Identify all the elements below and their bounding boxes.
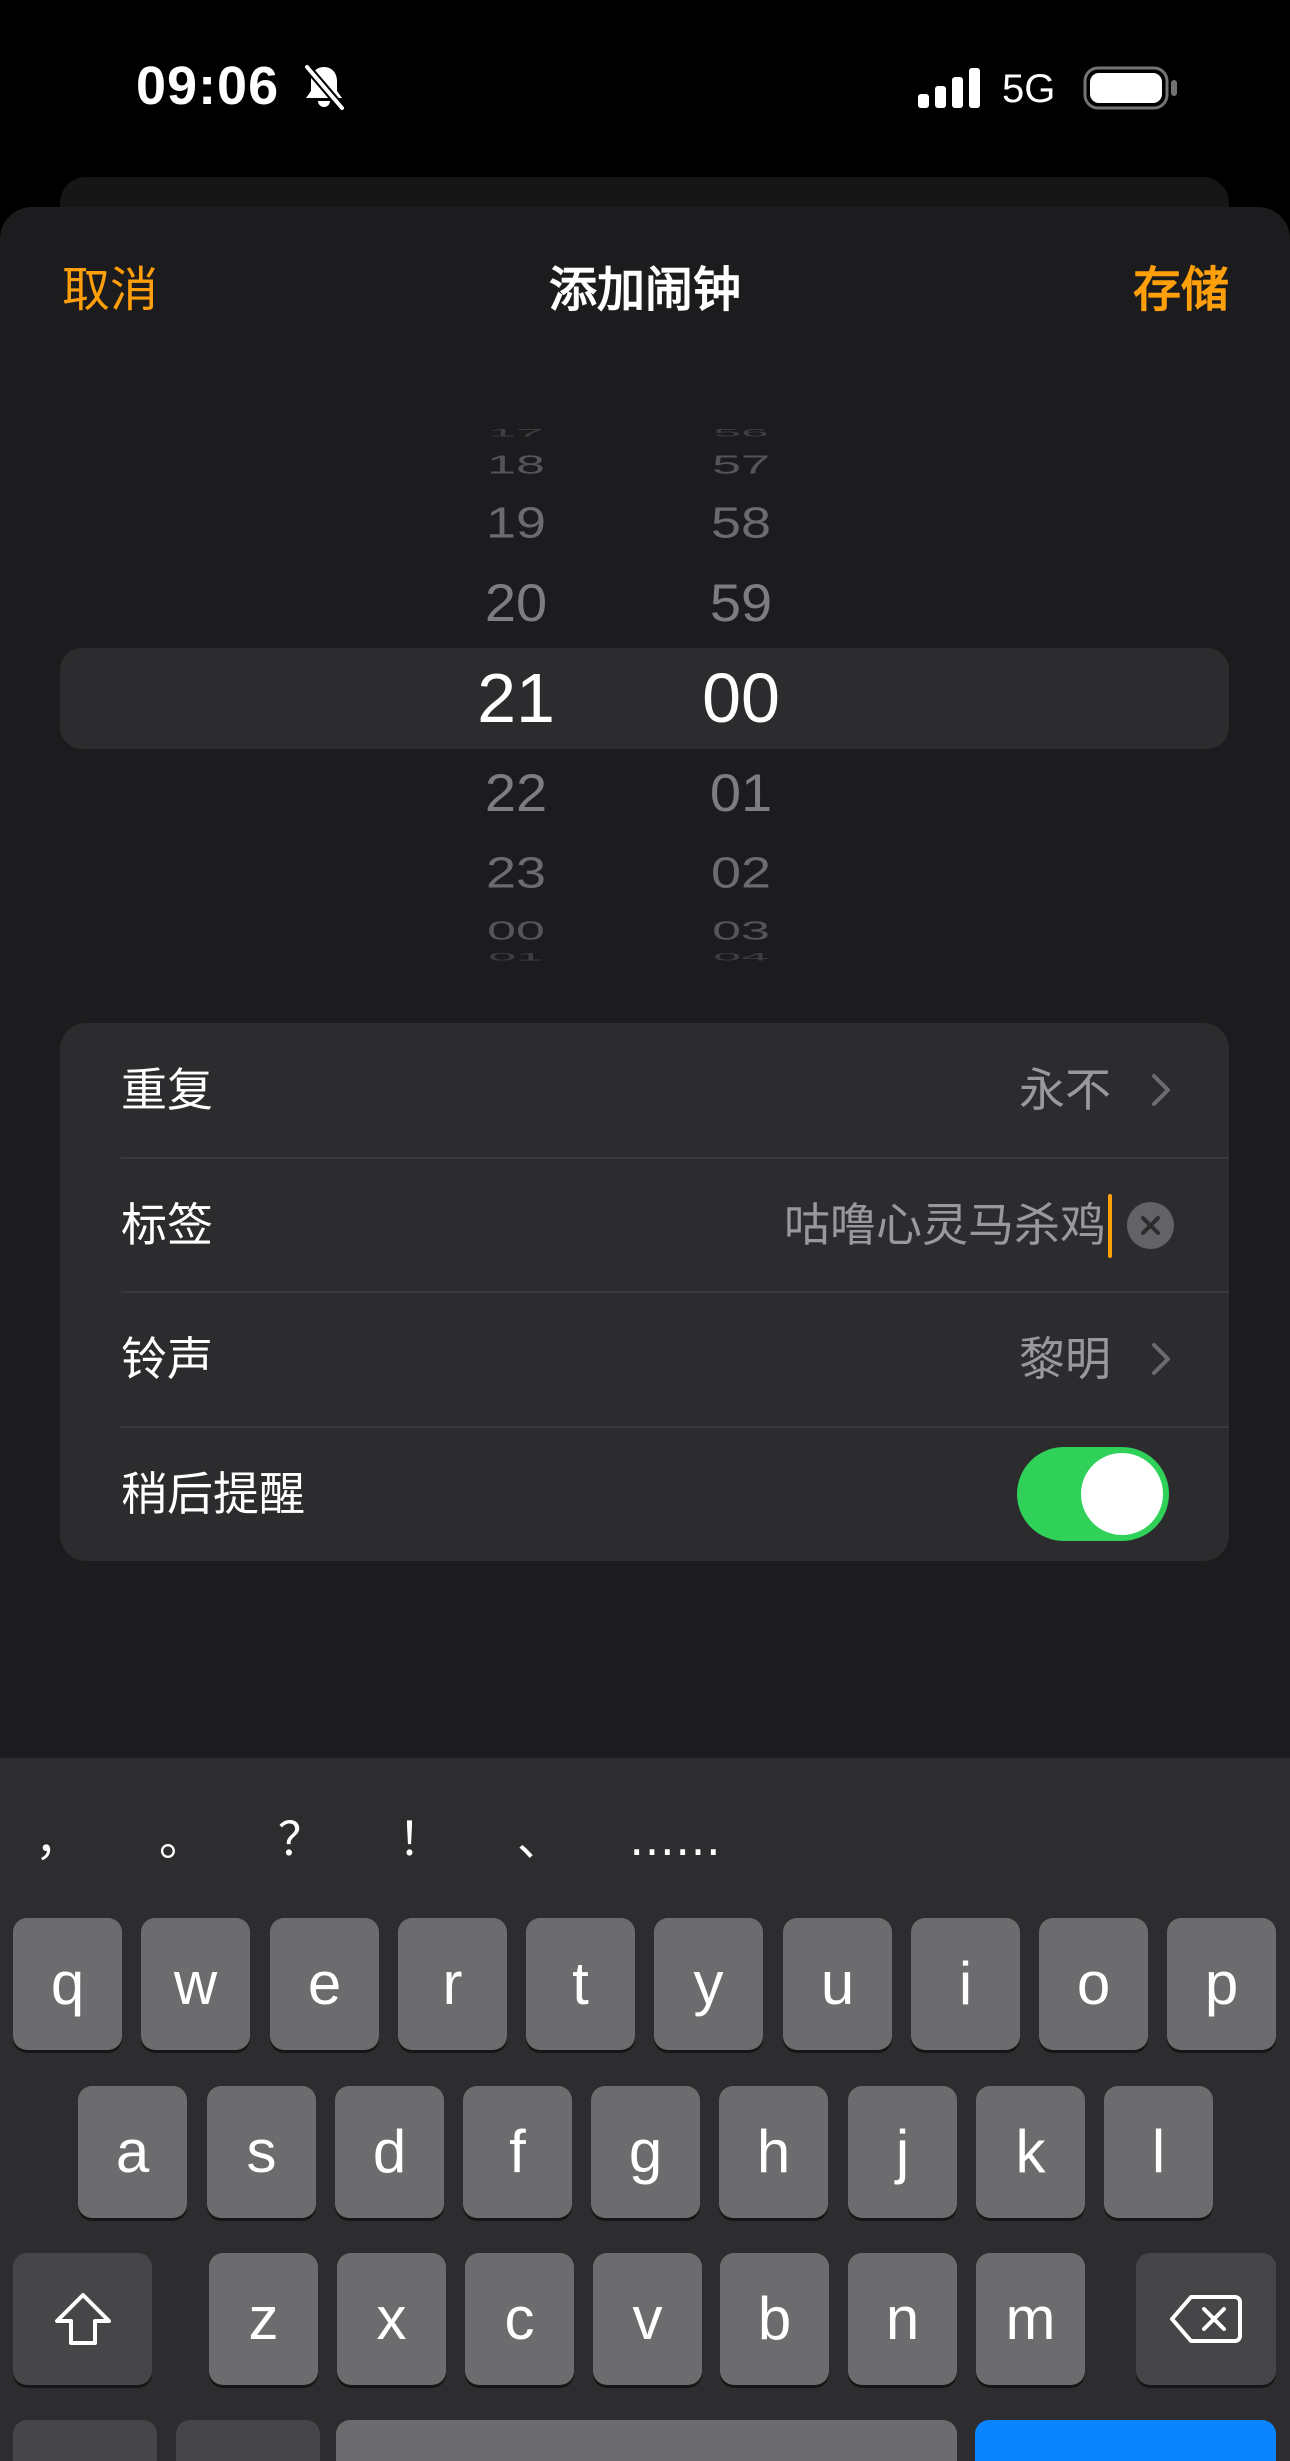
hour-option[interactable]: 22 (416, 755, 616, 830)
delete-icon (1170, 2295, 1242, 2343)
repeat-label: 重复 (121, 1063, 213, 1117)
key-v[interactable]: v (593, 2253, 702, 2385)
shift-icon (54, 2293, 111, 2345)
key-p[interactable]: p (1167, 1918, 1276, 2050)
sound-row[interactable]: 铃声 黎明 (60, 1292, 1229, 1426)
minute-option[interactable]: 58 (641, 491, 841, 555)
sound-value: 黎明 (1019, 1332, 1111, 1386)
key-z[interactable]: z (209, 2253, 318, 2385)
status-time: 09:06 (136, 56, 280, 116)
candidate-ellipsis[interactable]: …… (605, 1809, 745, 1869)
key-q[interactable]: q (13, 1918, 122, 2050)
return-key[interactable] (975, 2420, 1276, 2461)
battery-icon (1083, 66, 1179, 110)
network-type: 5G (1002, 67, 1056, 111)
hour-option[interactable]: 23 (416, 841, 616, 905)
save-button[interactable]: 存储 (1133, 260, 1229, 320)
key-r[interactable]: r (398, 1918, 507, 2050)
candidate-exclamation[interactable]: ！ (371, 1809, 471, 1869)
minute-option[interactable]: 57 (641, 445, 841, 485)
bell-slash-icon (302, 62, 346, 112)
hour-selected[interactable]: 21 (416, 658, 616, 738)
candidate-pause-comma[interactable]: 、 (490, 1809, 590, 1869)
delete-key[interactable] (1136, 2253, 1276, 2385)
key-u[interactable]: u (783, 1918, 892, 2050)
key-n[interactable]: n (848, 2253, 957, 2385)
key-f[interactable]: f (463, 2086, 572, 2218)
text-cursor (1108, 1194, 1112, 1258)
numbers-key[interactable] (13, 2420, 157, 2461)
minute-option[interactable]: 01 (641, 755, 841, 830)
minute-option[interactable]: 02 (641, 841, 841, 905)
candidate-question[interactable]: ？ (251, 1809, 351, 1869)
snooze-label: 稍后提醒 (121, 1467, 305, 1521)
minute-option[interactable]: 04 (641, 948, 841, 966)
key-t[interactable]: t (526, 1918, 635, 2050)
sheet-title: 添加闹钟 (548, 262, 741, 318)
key-m[interactable]: m (976, 2253, 1085, 2385)
key-b[interactable]: b (720, 2253, 829, 2385)
key-a[interactable]: a (78, 2086, 187, 2218)
hour-option[interactable]: 18 (416, 445, 616, 485)
key-w[interactable]: w (141, 1918, 250, 2050)
repeat-value: 永不 (1019, 1063, 1111, 1117)
candidate-period[interactable]: 。 (132, 1809, 232, 1869)
minute-selected[interactable]: 00 (641, 658, 841, 738)
key-s[interactable]: s (207, 2086, 316, 2218)
key-x[interactable]: x (337, 2253, 446, 2385)
space-key[interactable] (336, 2420, 957, 2461)
hour-option[interactable]: 01 (416, 948, 616, 966)
key-d[interactable]: d (335, 2086, 444, 2218)
key-o[interactable]: o (1039, 1918, 1148, 2050)
signal-icon (918, 68, 981, 108)
label-row[interactable]: 标签 咕噜心灵马杀鸡 (60, 1158, 1229, 1292)
key-i[interactable]: i (911, 1918, 1020, 2050)
toggle-knob (1081, 1453, 1163, 1535)
minute-option[interactable]: 59 (641, 565, 841, 640)
clear-icon[interactable] (1127, 1202, 1174, 1249)
snooze-toggle[interactable] (1017, 1447, 1169, 1541)
alarm-settings-group: 重复 永不 标签 咕噜心灵马杀鸡 铃声 黎明 稍后提醒 (60, 1023, 1229, 1561)
hour-option[interactable]: 19 (416, 491, 616, 555)
label-label: 标签 (121, 1198, 213, 1252)
emoji-key[interactable] (176, 2420, 320, 2461)
label-input[interactable]: 咕噜心灵马杀鸡 (784, 1195, 1106, 1255)
hour-option[interactable]: 17 (416, 424, 616, 442)
repeat-row[interactable]: 重复 永不 (60, 1023, 1229, 1157)
key-l[interactable]: l (1104, 2086, 1213, 2218)
candidate-comma[interactable]: ， (8, 1809, 108, 1869)
key-j[interactable]: j (848, 2086, 957, 2218)
shift-key[interactable] (13, 2253, 152, 2385)
key-k[interactable]: k (976, 2086, 1085, 2218)
chevron-right-icon (1151, 1073, 1171, 1107)
minute-option[interactable]: 03 (641, 911, 841, 951)
key-c[interactable]: c (465, 2253, 574, 2385)
hour-option[interactable]: 00 (416, 911, 616, 951)
key-e[interactable]: e (270, 1918, 379, 2050)
chevron-right-icon (1151, 1342, 1171, 1376)
sound-label: 铃声 (121, 1332, 213, 1386)
key-y[interactable]: y (654, 1918, 763, 2050)
key-g[interactable]: g (591, 2086, 700, 2218)
minute-option[interactable]: 56 (641, 424, 841, 442)
key-h[interactable]: h (719, 2086, 828, 2218)
hour-option[interactable]: 20 (416, 565, 616, 640)
keyboard: ， 。 ？ ！ 、 …… q w e r t y u i o p a s d f… (0, 1758, 1290, 2461)
